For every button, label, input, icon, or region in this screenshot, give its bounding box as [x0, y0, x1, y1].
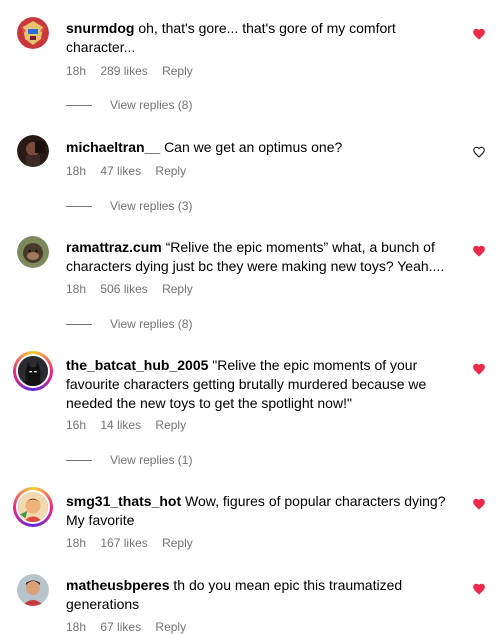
- comment-meta: 18h 67 likes Reply: [66, 620, 197, 634]
- comments-list: snurmdog oh, that's gore... that's gore …: [0, 0, 499, 634]
- comment-username[interactable]: ramattraz.cum: [66, 239, 162, 255]
- reply-button[interactable]: Reply: [155, 164, 186, 178]
- comment-text: matheusbperes th do you mean epic this t…: [66, 576, 456, 614]
- comment-likes[interactable]: 289 likes: [100, 64, 147, 78]
- cartoon-avatar-icon: [18, 492, 48, 522]
- replies-divider: [66, 104, 92, 106]
- avatar[interactable]: [17, 17, 49, 49]
- avatar-story-ring[interactable]: [13, 351, 53, 391]
- comment-username[interactable]: michaeltran__: [66, 139, 160, 155]
- heart-filled-icon[interactable]: [472, 362, 486, 376]
- reply-button[interactable]: Reply: [162, 536, 193, 550]
- avatar[interactable]: [17, 574, 49, 606]
- reply-button[interactable]: Reply: [155, 418, 186, 432]
- comment-username[interactable]: the_batcat_hub_2005: [66, 357, 208, 373]
- view-replies-label[interactable]: View replies (3): [110, 199, 192, 213]
- replies-divider: [66, 323, 92, 325]
- comment-text: ramattraz.cum “Relive the epic moments” …: [66, 238, 456, 276]
- reply-button[interactable]: Reply: [162, 64, 193, 78]
- heart-outline-icon[interactable]: [472, 145, 486, 159]
- comment-likes[interactable]: 167 likes: [100, 536, 147, 550]
- reply-button[interactable]: Reply: [162, 282, 193, 296]
- comment-text: snurmdog oh, that's gore... that's gore …: [66, 19, 456, 57]
- comment-time: 16h: [66, 418, 87, 432]
- view-replies-button[interactable]: View replies (1): [66, 453, 192, 467]
- comment-meta: 16h 14 likes Reply: [66, 418, 197, 432]
- replies-divider: [66, 205, 92, 207]
- person-avatar-icon: [17, 135, 49, 167]
- robot-avatar-icon: [17, 17, 49, 49]
- avatar[interactable]: [17, 236, 49, 268]
- view-replies-button[interactable]: View replies (8): [66, 98, 192, 112]
- replies-divider: [66, 459, 92, 461]
- monkey-avatar-icon: [17, 236, 49, 268]
- comment-meta: 18h 289 likes Reply: [66, 64, 204, 78]
- comment-time: 18h: [66, 164, 87, 178]
- batman-avatar-icon: [18, 356, 48, 386]
- comment-likes[interactable]: 506 likes: [100, 282, 147, 296]
- view-replies-button[interactable]: View replies (8): [66, 317, 192, 331]
- heart-filled-icon[interactable]: [472, 244, 486, 258]
- avatar: [16, 490, 50, 524]
- comment-username[interactable]: smg31_thats_hot: [66, 493, 181, 509]
- comment-meta: 18h 167 likes Reply: [66, 536, 204, 550]
- heart-filled-icon[interactable]: [472, 497, 486, 511]
- avatar: [16, 354, 50, 388]
- avatar-story-ring[interactable]: [13, 487, 53, 527]
- view-replies-button[interactable]: View replies (3): [66, 199, 192, 213]
- comment-time: 18h: [66, 620, 87, 634]
- heart-filled-icon[interactable]: [472, 582, 486, 596]
- comment-text: michaeltran__ Can we get an optimus one?: [66, 138, 456, 157]
- comment-time: 18h: [66, 536, 87, 550]
- comment-time: 18h: [66, 64, 87, 78]
- avatar[interactable]: [17, 135, 49, 167]
- comment-text: smg31_thats_hot Wow, figures of popular …: [66, 492, 456, 530]
- heart-filled-icon[interactable]: [472, 27, 486, 41]
- comment-likes[interactable]: 14 likes: [100, 418, 141, 432]
- view-replies-label[interactable]: View replies (8): [110, 317, 192, 331]
- comment-username[interactable]: snurmdog: [66, 20, 134, 36]
- comment-text: the_batcat_hub_2005 "Relive the epic mom…: [66, 356, 456, 413]
- comment-meta: 18h 506 likes Reply: [66, 282, 204, 296]
- view-replies-label[interactable]: View replies (8): [110, 98, 192, 112]
- comment-likes[interactable]: 47 likes: [100, 164, 141, 178]
- comment-likes[interactable]: 67 likes: [100, 620, 141, 634]
- comment-time: 18h: [66, 282, 87, 296]
- reply-button[interactable]: Reply: [155, 620, 186, 634]
- comment-username[interactable]: matheusbperes: [66, 577, 169, 593]
- comment-meta: 18h 47 likes Reply: [66, 164, 197, 178]
- view-replies-label[interactable]: View replies (1): [110, 453, 192, 467]
- person-avatar-icon: [17, 574, 49, 606]
- comment-body: Can we get an optimus one?: [164, 139, 343, 155]
